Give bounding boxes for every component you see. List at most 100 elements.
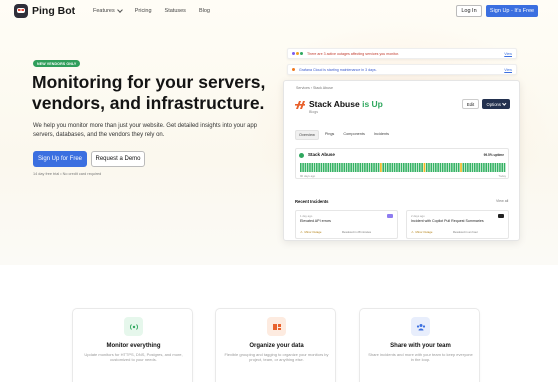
nav-link-blog[interactable]: Blog [199,8,210,14]
uptime-day-bar [469,163,471,172]
incident-badge: ⚠ Minor Outage [300,230,321,234]
uptime-day-bar [380,163,382,172]
uptime-day-bar [492,163,494,172]
incident-card[interactable]: 2 days ago Incident with Copilot Pull Re… [406,210,509,239]
tab-components[interactable]: Components [340,130,368,140]
uptime-day-bar [325,163,327,172]
uptime-day-bar [457,163,460,172]
alert-text: Grafana Cloud is starting maintenance in… [299,67,377,72]
uptime-day-bar [421,163,423,172]
incident-badge-label: Minor Outage [415,230,433,234]
incident-time: 2 days ago [411,214,425,218]
alert-view-link[interactable]: View [504,52,512,56]
uptime-day-bar [368,163,371,172]
tab-incidents[interactable]: Incidents [371,130,392,140]
service-type: Blogs [309,110,318,114]
hero-signup-button[interactable]: Sign Up for Free [33,151,87,167]
uptime-day-bar [403,163,405,172]
uptime-day-bar [393,163,396,172]
uptime-day-bar [329,163,332,172]
uptime-service-name: Stack Abuse [308,152,335,157]
uptime-day-bar [460,163,462,172]
feature-desc: Update monitors for HTTPS, DNS, Postgres… [84,352,183,363]
uptime-day-bar [419,163,421,172]
uptime-day-bar [432,163,435,172]
uptime-day-bar [359,163,362,172]
uptime-day-bar [499,163,501,172]
uptime-day-bar [448,163,451,172]
uptime-day-bar [462,163,465,172]
uptime-day-bar [343,163,346,172]
uptime-day-bar [361,163,364,172]
uptime-day-bar [375,163,378,172]
uptime-day-bar [451,163,453,172]
uptime-day-bar [389,163,391,172]
login-button[interactable]: Log In [456,5,482,17]
uptime-day-bar [316,163,318,172]
tab-pings[interactable]: Pings [322,130,338,140]
incident-card[interactable]: 1 day ago Elevated API errors ⚠ Minor Out… [295,210,398,239]
uptime-percent: 99.5% uptime [483,153,504,157]
view-all-link[interactable]: View all [496,199,508,203]
signup-nav-button[interactable]: Sign Up - It's Free [486,5,538,17]
nav-link-pricing[interactable]: Pricing [135,8,152,14]
incident-name: Incident with Copilot Pull Request Summa… [411,219,484,223]
feature-title: Monitor everything [106,343,161,349]
alert-view-link[interactable]: View [504,68,512,72]
uptime-start: 90 days ago [300,174,316,178]
options-button[interactable]: Options [482,99,510,109]
uptime-day-bar [446,163,449,172]
uptime-day-bar [396,163,398,172]
incident-name: Elevated API errors [300,219,331,223]
vendor-icon [387,214,393,218]
uptime-day-bar [309,163,311,172]
uptime-day-bar [478,163,481,172]
uptime-day-bar [313,163,316,172]
trial-fineprint: 14 day free trial • No credit card requi… [33,172,102,176]
uptime-day-bar [437,163,439,172]
uptime-day-bar [412,163,414,172]
uptime-day-bar [366,163,368,172]
nav-link-features[interactable]: Features [93,6,123,14]
new-badge: NEW VENDORS ONLY [33,60,81,67]
uptime-day-bar [304,163,307,172]
uptime-day-bar [487,163,490,172]
tab-overview[interactable]: Overview [295,130,319,140]
uptime-day-bar [409,163,412,172]
uptime-day-bar [377,163,380,172]
uptime-day-bar [354,163,357,172]
stack-abuse-icon [295,101,305,109]
uptime-bars [300,163,506,172]
uptime-day-bar [318,163,320,172]
uptime-day-bar [414,163,417,172]
edit-button[interactable]: Edit [462,99,479,109]
uptime-day-bar [398,163,401,172]
top-nav: Ping Bot Features Pricing Statuses Blog … [0,0,558,24]
status-up-icon [299,153,304,158]
nav-link-statuses[interactable]: Statuses [165,8,186,14]
team-icon [411,317,430,336]
uptime-day-bar [391,163,394,172]
hero-headline: Monitoring for your servers, vendors, an… [32,72,266,113]
request-demo-button[interactable]: Request a Demo [91,151,145,167]
incident-badge: ⚠ Minor Outage [411,230,432,234]
blocks-icon [267,317,286,336]
uptime-day-bar [320,163,323,172]
alert-text: There are 3 active outages affecting ser… [307,51,400,56]
uptime-day-bar [332,163,334,172]
service-title: Stack Abuse is Up [309,99,383,109]
uptime-day-bar [496,163,499,172]
uptime-day-bar [471,163,474,172]
uptime-day-bar [348,163,350,172]
uptime-day-bar [345,163,348,172]
brand-logo[interactable]: Ping Bot [14,4,75,18]
uptime-day-bar [334,163,336,172]
uptime-day-bar [407,163,410,172]
nav-link-label: Features [93,8,115,14]
uptime-day-bar [352,163,355,172]
service-status: is Up [362,99,383,109]
uptime-day-bar [302,163,304,172]
uptime-day-bar [350,163,352,172]
uptime-day-bar [425,163,428,172]
uptime-day-bar [439,163,442,172]
